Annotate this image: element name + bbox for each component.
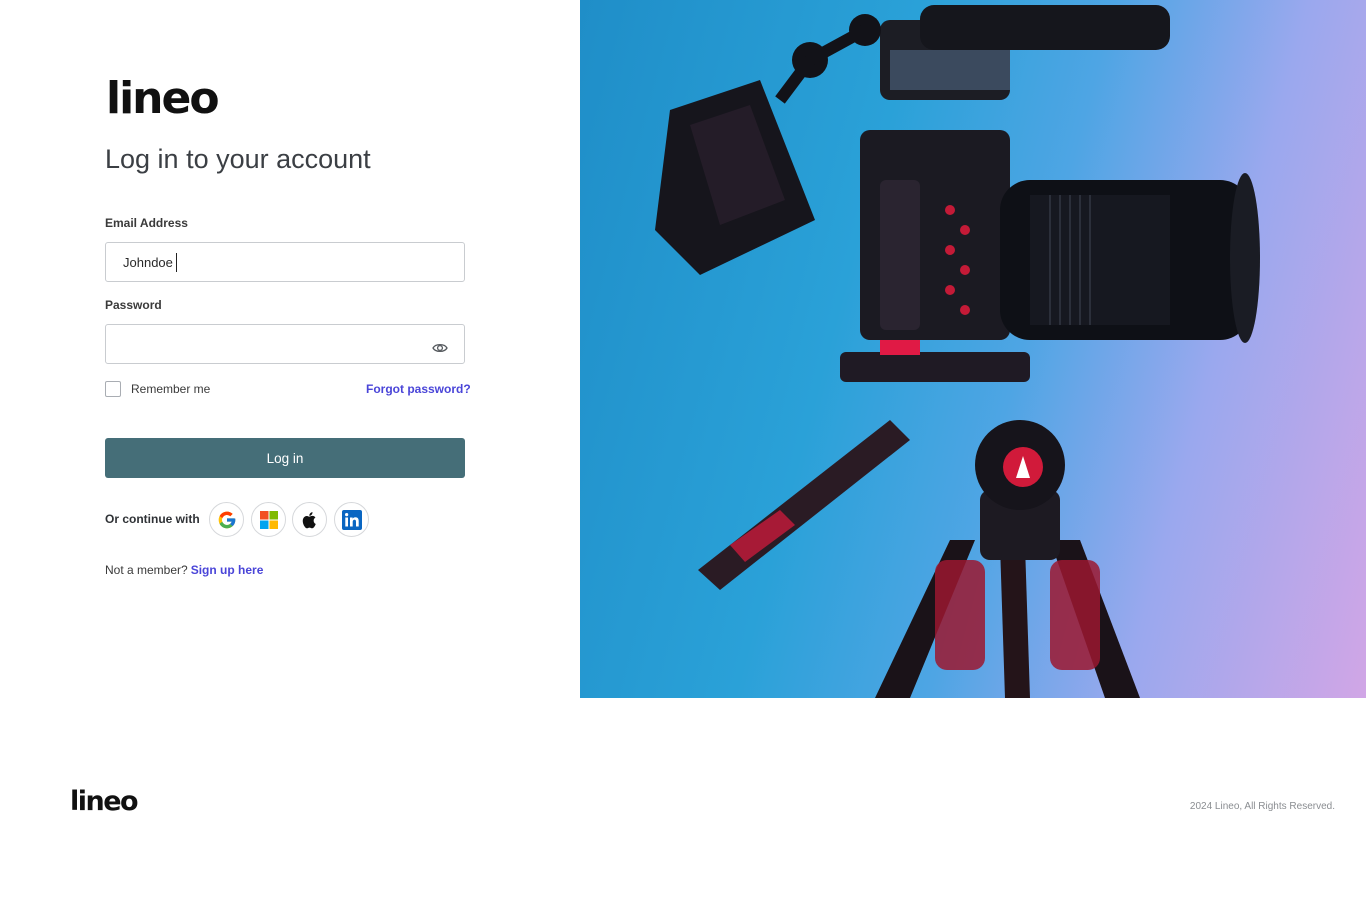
login-section: lineo Log in to your account Email Addre… xyxy=(0,0,1366,698)
email-field[interactable]: Johndoe xyxy=(105,242,465,282)
google-icon xyxy=(218,511,235,528)
email-value: Johndoe xyxy=(123,255,173,270)
signup-link[interactable]: Sign up here xyxy=(191,563,264,577)
member-prompt-text: Not a member? xyxy=(105,563,188,577)
footer-logo: lineo xyxy=(70,786,139,817)
signup-prompt: Not a member? Sign up here xyxy=(105,563,263,577)
password-label: Password xyxy=(105,298,162,312)
camera-illustration xyxy=(655,5,1260,698)
brand-logo: lineo xyxy=(106,73,220,124)
eye-icon[interactable] xyxy=(432,341,448,355)
page-title: Log in to your account xyxy=(105,144,371,174)
text-caret xyxy=(176,253,177,272)
continue-with-label: Or continue with xyxy=(105,512,200,526)
linkedin-login-button[interactable] xyxy=(334,502,369,537)
remember-label: Remember me xyxy=(131,382,211,396)
microsoft-icon xyxy=(259,510,278,529)
google-login-button[interactable] xyxy=(209,502,244,537)
linkedin-icon xyxy=(341,509,362,530)
hero-camera-image xyxy=(580,0,1366,698)
apple-login-button[interactable] xyxy=(292,502,327,537)
forgot-password-link[interactable]: Forgot password? xyxy=(366,382,471,396)
login-button[interactable]: Log in xyxy=(105,438,465,478)
microsoft-login-button[interactable] xyxy=(251,502,286,537)
password-field[interactable] xyxy=(105,324,465,364)
login-panel: lineo Log in to your account Email Addre… xyxy=(0,0,580,698)
remember-checkbox[interactable] xyxy=(105,381,121,397)
remember-me[interactable]: Remember me xyxy=(105,381,210,397)
email-label: Email Address xyxy=(105,216,188,230)
copyright-text: 2024 Lineo, All Rights Reserved. xyxy=(1189,801,1335,812)
apple-icon xyxy=(302,511,316,528)
